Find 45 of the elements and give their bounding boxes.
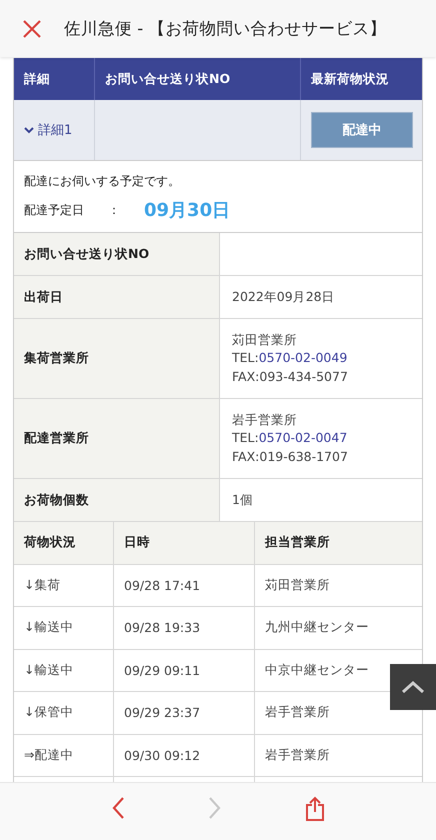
- table-cell: 09/28 19:33: [124, 620, 200, 636]
- table-cell: ↓集荷: [24, 576, 60, 594]
- column-header: 担当営業所: [264, 533, 331, 552]
- tel-label: TEL:: [232, 430, 259, 446]
- phone-link[interactable]: 0570-02-0049: [258, 350, 348, 366]
- table-cell: 09/28 17:41: [124, 578, 200, 593]
- table-cell: 09/29 23:37: [124, 705, 200, 720]
- fax-number: FAX:093-434-5077: [232, 368, 349, 386]
- info-label: 出荷日: [14, 276, 220, 318]
- table-cell: 中京中継センター: [265, 662, 369, 679]
- info-value: 1個: [232, 490, 254, 509]
- column-header: 荷物状況: [14, 522, 114, 564]
- table-cell: 岩手営業所: [265, 746, 330, 764]
- info-value: 2022年09月28日: [232, 288, 336, 306]
- table-cell: 九州中継センター: [265, 619, 369, 636]
- table-cell: 岩手営業所: [265, 704, 330, 722]
- detail-toggle[interactable]: 詳細1: [24, 121, 72, 139]
- info-label: 集荷営業所: [14, 319, 220, 398]
- table-cell: ↓保管中: [24, 704, 74, 722]
- table-cell: ↓輸送中: [24, 662, 74, 679]
- separator: ：: [108, 202, 120, 218]
- phone-link[interactable]: 0570-02-0047: [258, 430, 348, 446]
- column-header: 最新荷物状況: [310, 70, 390, 88]
- page-title: 佐川急便 - 【お荷物問い合わせサービス】: [64, 18, 386, 40]
- date-label: 配達予定日: [24, 202, 84, 218]
- column-header: 日時: [114, 522, 255, 564]
- share-icon[interactable]: [304, 796, 325, 822]
- tel-label: TEL:: [232, 350, 259, 366]
- office-name: 苅田営業所: [232, 331, 298, 350]
- table-cell: ⇒配達中: [24, 746, 74, 764]
- delivery-message: 配達にお伺いする予定です。: [24, 173, 181, 190]
- close-icon[interactable]: [22, 18, 42, 38]
- table-cell: 09/29 09:11: [124, 662, 200, 678]
- office-name: 岩手営業所: [232, 411, 298, 430]
- table-cell: 苅田営業所: [265, 576, 330, 594]
- delivery-date: 09月30日: [144, 199, 230, 222]
- info-label: お問い合せ送り状NO: [14, 233, 220, 275]
- scroll-top-button[interactable]: [390, 664, 436, 710]
- caret-icon: [401, 680, 425, 694]
- table-cell: ↓輸送中: [24, 619, 74, 636]
- info-label: お荷物個数: [14, 479, 220, 521]
- back-icon[interactable]: [111, 796, 126, 820]
- info-label: 配達営業所: [14, 399, 220, 478]
- fax-number: FAX:019-638-1707: [232, 448, 349, 466]
- table-cell: 09/30 09:12: [124, 748, 200, 763]
